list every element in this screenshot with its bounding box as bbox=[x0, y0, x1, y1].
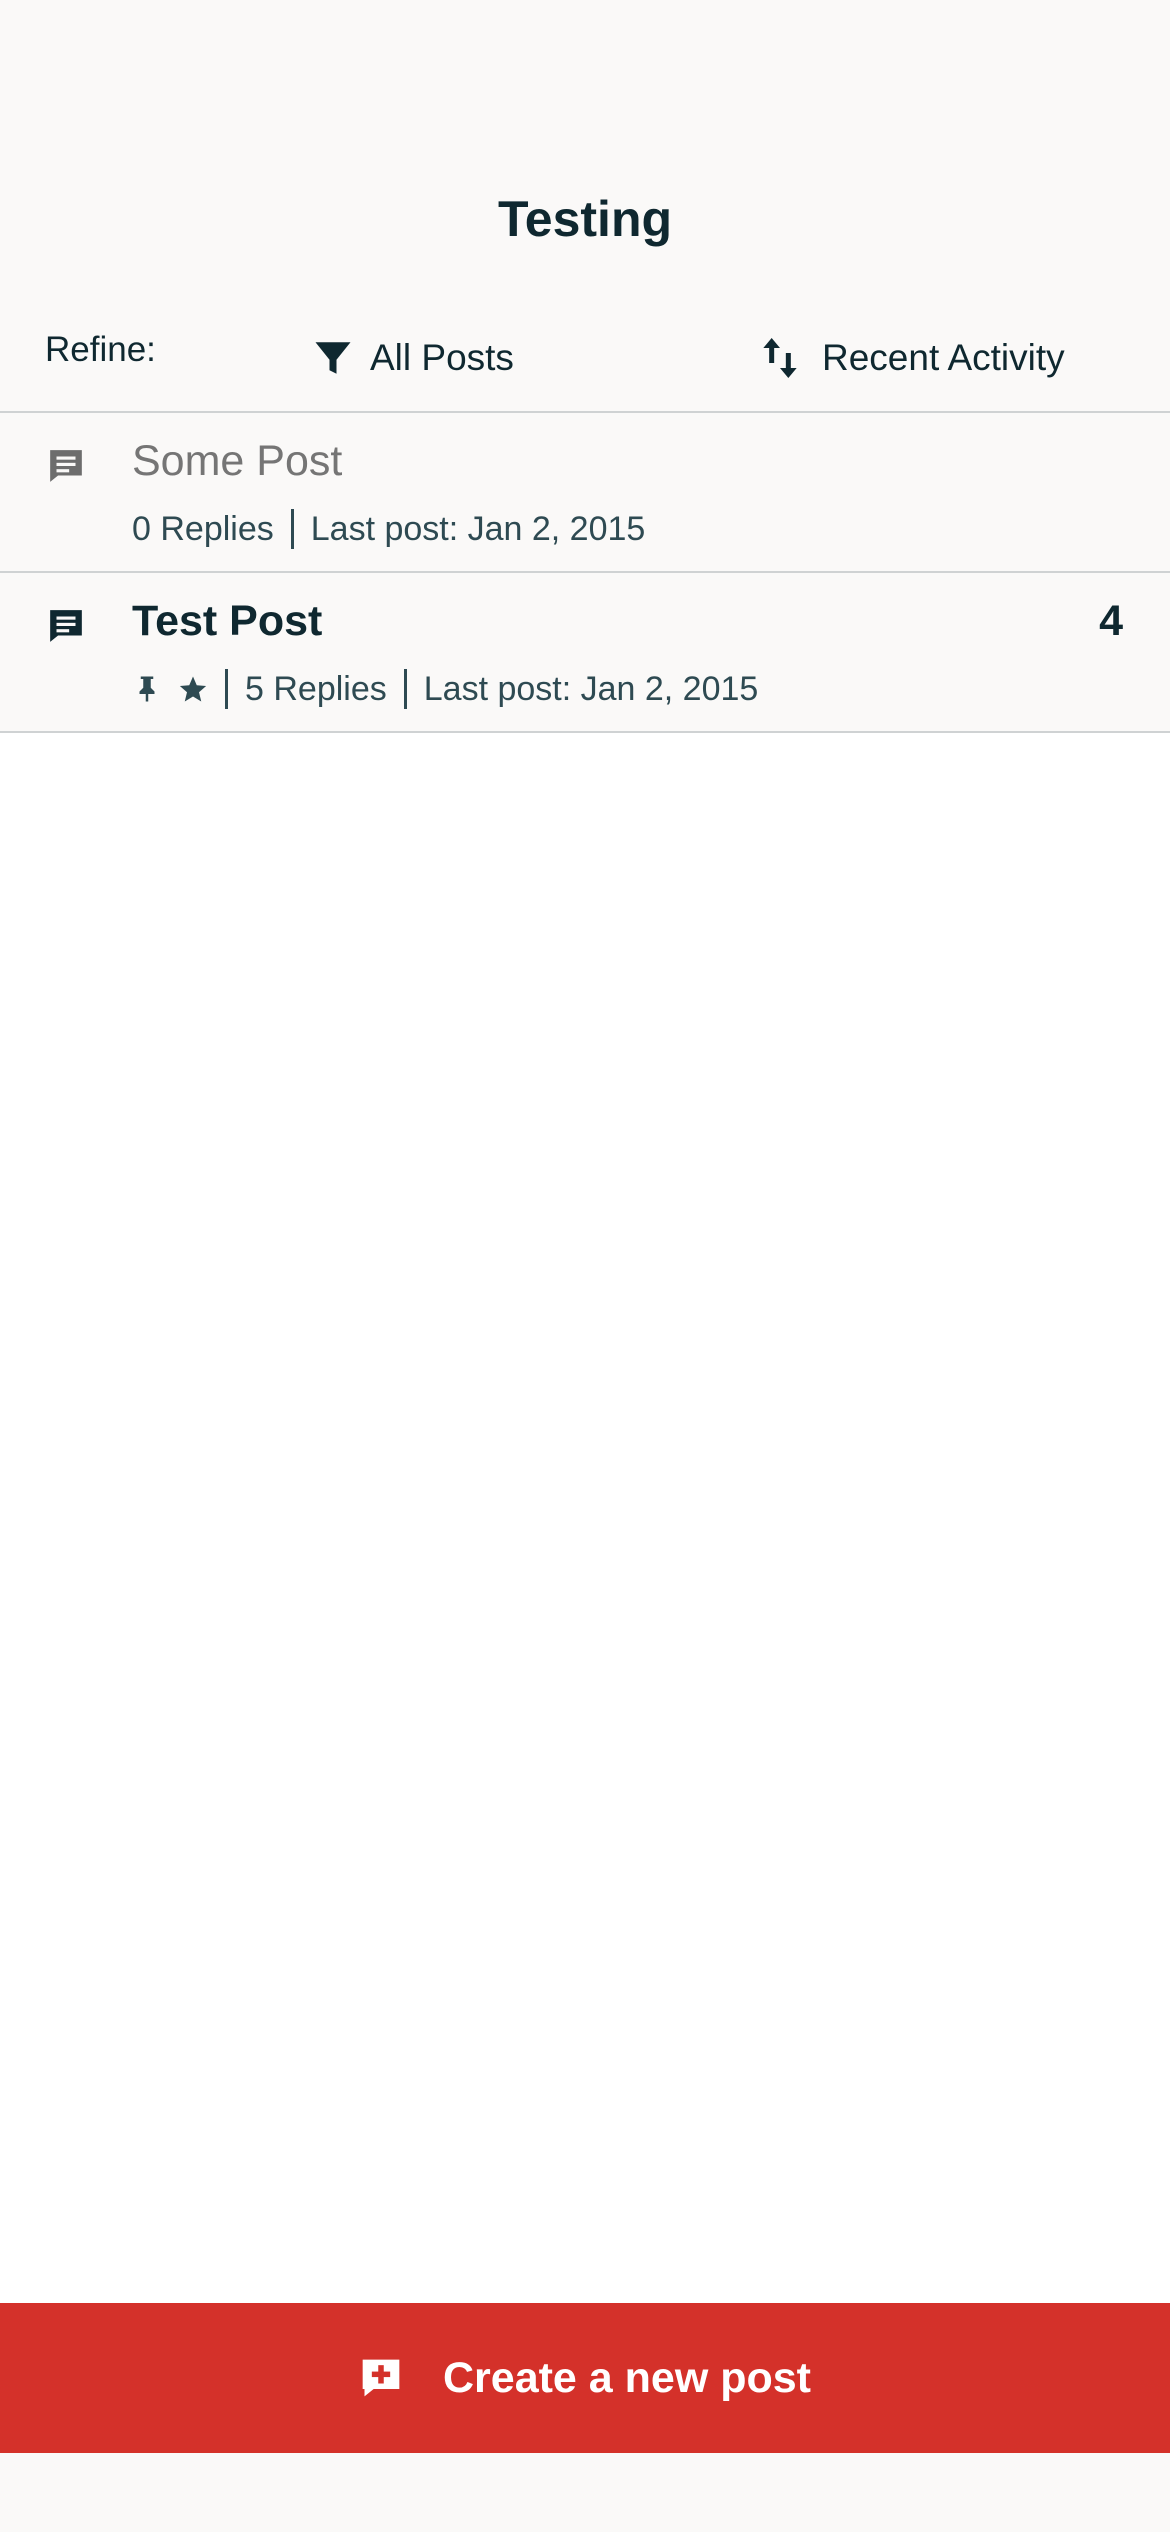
bottom-safe-area bbox=[0, 2453, 1170, 2532]
reply-count: 5 Replies bbox=[245, 669, 387, 708]
sort-label: Recent Activity bbox=[822, 337, 1065, 378]
last-post-date: Last post: Jan 2, 2015 bbox=[423, 669, 759, 708]
comment-icon bbox=[50, 450, 82, 482]
reply-count: 0 Replies bbox=[132, 509, 274, 548]
post-meta: 5 Replies Last post: Jan 2, 2015 bbox=[132, 667, 758, 711]
sort-button[interactable]: Recent Activity bbox=[760, 330, 1065, 386]
post-meta: 0 Replies Last post: Jan 2, 2015 bbox=[132, 507, 645, 551]
funnel-icon bbox=[315, 342, 351, 374]
last-post-date: Last post: Jan 2, 2015 bbox=[310, 509, 646, 548]
post-row-some-post[interactable]: Some Post 0 Replies Last post: Jan 2, 20… bbox=[0, 413, 1170, 573]
page-title: Testing bbox=[497, 191, 673, 247]
filter-label: All Posts bbox=[370, 337, 514, 378]
forum-header: Testing Refine: All Posts Recent Activit… bbox=[0, 0, 1170, 413]
pin-icon bbox=[139, 676, 155, 702]
meta-divider bbox=[403, 669, 407, 709]
post-row-test-post[interactable]: Test Post 4 5 Replies Last post: Jan 2, … bbox=[0, 573, 1170, 733]
post-title: Test Post bbox=[132, 597, 323, 645]
meta-divider bbox=[225, 669, 228, 709]
comment-icon bbox=[50, 610, 82, 642]
sort-arrows-icon bbox=[763, 338, 797, 378]
create-post-button[interactable]: Create a new post bbox=[0, 2303, 1170, 2453]
filter-button[interactable]: All Posts bbox=[312, 330, 514, 386]
unread-count-badge: 4 bbox=[1099, 597, 1123, 645]
meta-divider bbox=[290, 509, 294, 549]
star-icon bbox=[179, 676, 207, 702]
refine-label: Refine: bbox=[45, 330, 156, 369]
create-post-label: Create a new post bbox=[443, 2353, 811, 2402]
add-comment-icon bbox=[362, 2359, 400, 2397]
post-title: Some Post bbox=[132, 437, 343, 485]
